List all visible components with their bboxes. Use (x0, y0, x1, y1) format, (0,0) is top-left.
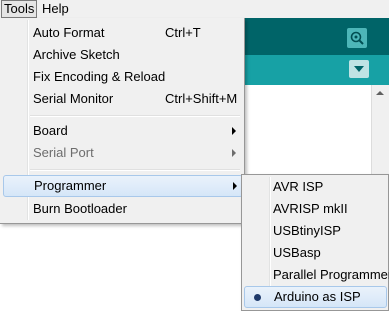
menu-bar: Tools Help (0, 0, 389, 18)
menu-help[interactable]: Help (40, 1, 71, 17)
menu-separator (30, 169, 240, 171)
magnifier-icon (350, 31, 364, 45)
toolbar (244, 18, 389, 55)
programmer-item-parallel[interactable]: Parallel Programmer (244, 264, 389, 286)
menu-item-label: Fix Encoding & Reload (33, 69, 166, 84)
menu-item-label: Serial Monitor (33, 91, 114, 106)
menu-item-label: Archive Sketch (33, 47, 120, 62)
programmer-item-arduino-as-isp[interactable]: Arduino as ISP (244, 286, 387, 308)
programmer-item-usbtinyisp[interactable]: USBtinyISP (244, 220, 385, 242)
menu-item-label: Arduino as ISP (274, 289, 361, 304)
programmer-submenu: AVR ISP AVRISP mkII USBtinyISP USBasp Pa… (241, 174, 389, 311)
menu-separator (30, 115, 240, 117)
menu-item-label: Programmer (34, 178, 107, 193)
chevron-right-icon (232, 149, 236, 157)
menu-item-fix-encoding[interactable]: Fix Encoding & Reload (3, 66, 241, 88)
chevron-right-icon (232, 127, 236, 135)
menu-item-burn-bootloader[interactable]: Burn Bootloader (3, 198, 241, 220)
menu-item-programmer[interactable]: Programmer (3, 175, 243, 197)
chevron-right-icon (233, 182, 237, 190)
menu-item-shortcut: Ctrl+Shift+M (165, 91, 238, 106)
programmer-item-usbasp[interactable]: USBasp (244, 242, 385, 264)
radio-dot-icon (254, 294, 261, 301)
tab-menu-button[interactable] (349, 60, 369, 78)
menu-item-label: AVR ISP (273, 179, 324, 194)
menu-item-shortcut: Ctrl+T (165, 25, 201, 40)
menu-item-label: Burn Bootloader (33, 201, 127, 216)
menu-tools[interactable]: Tools (1, 0, 38, 18)
triangle-down-icon (354, 66, 364, 72)
menu-item-label: USBasp (273, 245, 321, 260)
serial-monitor-button[interactable] (347, 28, 367, 48)
menu-item-label: Auto Format (33, 25, 105, 40)
menu-item-label: Board (33, 123, 68, 138)
menu-item-label: Parallel Programmer (273, 267, 389, 282)
menu-item-label: USBtinyISP (273, 223, 341, 238)
menu-item-label: AVRISP mkII (273, 201, 348, 216)
programmer-item-avr-isp[interactable]: AVR ISP (244, 176, 385, 198)
menu-item-label: Serial Port (33, 145, 94, 160)
menu-item-archive-sketch[interactable]: Archive Sketch (3, 44, 241, 66)
scroll-up-icon[interactable] (376, 91, 384, 95)
menu-item-auto-format[interactable]: Auto Format Ctrl+T (3, 22, 241, 44)
menu-item-board[interactable]: Board (3, 120, 241, 142)
tools-menu: Auto Format Ctrl+T Archive Sketch Fix En… (0, 18, 245, 224)
menu-item-serial-port[interactable]: Serial Port (3, 142, 241, 164)
menu-item-serial-monitor[interactable]: Serial Monitor Ctrl+Shift+M (3, 88, 241, 110)
programmer-item-avrisp-mkii[interactable]: AVRISP mkII (244, 198, 385, 220)
